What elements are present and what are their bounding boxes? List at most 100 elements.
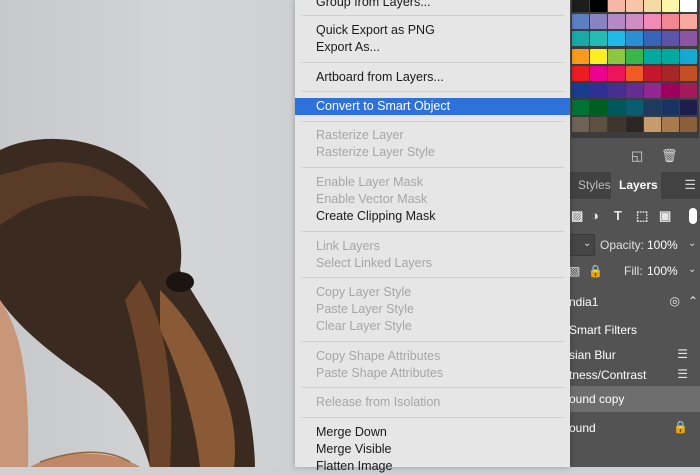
menu-item-link-layers[interactable]: Link Layers [295,238,570,255]
color-swatch[interactable] [662,14,679,30]
menu-item-copy-shape-attributes[interactable]: Copy Shape Attributes [295,348,570,365]
color-swatch[interactable] [572,31,589,47]
color-swatch[interactable] [572,100,589,116]
color-swatch[interactable] [608,83,625,98]
color-swatch[interactable] [644,31,661,47]
menu-item-rasterize-layer[interactable]: Rasterize Layer [295,127,570,144]
trash-icon[interactable]: 🗑 [661,148,678,164]
color-swatch[interactable] [590,83,607,98]
color-swatch[interactable] [662,48,679,64]
shape-filter-icon[interactable]: ⬚ [636,208,648,224]
color-swatch[interactable] [662,0,679,12]
fill-value[interactable]: 100% [647,264,678,278]
color-swatch[interactable] [572,14,589,30]
chevron-down-icon[interactable]: ⌄ [688,264,696,275]
color-swatch[interactable] [644,83,661,98]
color-swatch[interactable] [680,14,697,30]
menu-item-merge-visible[interactable]: Merge Visible [295,441,570,458]
pixel-filter-icon[interactable]: ▨ [571,208,583,224]
menu-item-group-from-layers[interactable]: Group from Layers... [295,0,570,11]
chevron-down-icon[interactable]: ⌄ [688,238,696,249]
color-swatch[interactable] [626,65,643,81]
menu-item-quick-export-png[interactable]: Quick Export as PNG [295,22,570,39]
lock-pixels-icon[interactable]: ▧ [569,264,580,278]
color-swatch[interactable] [590,65,607,81]
layer-row[interactable]: ndia1 ◎ ⌃ [569,290,700,314]
color-swatch[interactable] [572,117,589,133]
color-swatch[interactable] [644,65,661,81]
color-swatch[interactable] [590,117,607,133]
color-swatch[interactable] [680,100,697,116]
color-swatch[interactable] [662,117,679,133]
color-swatch[interactable] [608,0,625,12]
menu-item-select-linked-layers[interactable]: Select Linked Layers [295,255,570,272]
color-swatch[interactable] [608,31,625,47]
layer-row[interactable]: tness/Contrast ☰ [569,363,700,387]
menu-item-convert-to-smart-object[interactable]: Convert to Smart Object [295,98,570,115]
layer-row[interactable]: ound 🔒 [569,416,700,440]
menu-item-merge-down[interactable]: Merge Down [295,424,570,441]
color-swatch[interactable] [680,65,697,81]
color-swatch[interactable] [590,31,607,47]
color-swatch[interactable] [572,83,589,98]
color-swatch[interactable] [608,65,625,81]
filter-options-icon[interactable]: ☰ [677,367,688,381]
color-swatch[interactable] [644,0,661,12]
layer-row[interactable]: Smart Filters [569,318,700,342]
menu-item-enable-layer-mask[interactable]: Enable Layer Mask [295,174,570,191]
color-swatch[interactable] [626,117,643,133]
menu-item-enable-vector-mask[interactable]: Enable Vector Mask [295,191,570,208]
color-swatch[interactable] [626,14,643,30]
menu-item-artboard-from-layers[interactable]: Artboard from Layers... [295,69,570,86]
layer-row-selected[interactable]: ound copy [569,386,700,412]
color-swatch[interactable] [662,83,679,98]
adjustment-filter-icon[interactable]: ◑ [591,208,599,223]
color-swatch[interactable] [572,0,589,12]
menu-item-create-clipping-mask[interactable]: Create Clipping Mask [295,208,570,225]
color-swatch[interactable] [626,83,643,98]
color-swatch[interactable] [626,100,643,116]
opacity-value[interactable]: 100% [647,238,678,252]
chevron-up-icon[interactable]: ⌃ [688,294,698,308]
color-swatch[interactable] [608,14,625,30]
color-swatch[interactable] [644,100,661,116]
menu-item-paste-shape-attributes[interactable]: Paste Shape Attributes [295,365,570,382]
color-swatch[interactable] [590,100,607,116]
color-swatch[interactable] [662,100,679,116]
color-swatch[interactable] [608,48,625,64]
panel-menu-icon[interactable]: ☰ [684,177,696,193]
color-swatch[interactable] [590,14,607,30]
color-swatch[interactable] [626,48,643,64]
menu-item-clear-layer-style[interactable]: Clear Layer Style [295,318,570,335]
tab-styles[interactable]: Styles [578,178,611,192]
color-swatch[interactable] [590,0,607,12]
filter-options-icon[interactable]: ☰ [677,347,688,361]
color-swatch[interactable] [662,31,679,47]
menu-item-release-from-isolation[interactable]: Release from Isolation [295,394,570,411]
color-swatch[interactable] [626,31,643,47]
color-swatch[interactable] [680,117,697,133]
tab-layers[interactable]: Layers [619,178,658,192]
smart-object-filter-icon[interactable]: ▣ [659,208,671,224]
color-swatch[interactable] [608,100,625,116]
lock-icon[interactable]: 🔒 [588,264,603,278]
color-swatch[interactable] [590,48,607,64]
color-swatch[interactable] [572,48,589,64]
menu-item-export-as[interactable]: Export As... [295,39,570,56]
menu-item-copy-layer-style[interactable]: Copy Layer Style [295,284,570,301]
color-swatch[interactable] [680,31,697,47]
menu-item-paste-layer-style[interactable]: Paste Layer Style [295,301,570,318]
color-swatch[interactable] [626,0,643,12]
color-swatch[interactable] [644,14,661,30]
filter-toggle[interactable] [689,208,697,224]
type-filter-icon[interactable]: T [614,208,622,223]
color-swatch[interactable] [572,65,589,81]
color-swatch[interactable] [644,117,661,133]
color-swatch[interactable] [662,65,679,81]
color-swatch[interactable] [608,117,625,133]
color-swatch[interactable] [680,48,697,64]
color-swatch[interactable] [644,48,661,64]
color-swatch[interactable] [680,83,697,98]
new-swatch-icon[interactable]: ◱ [631,148,643,164]
color-swatch[interactable] [680,0,697,12]
